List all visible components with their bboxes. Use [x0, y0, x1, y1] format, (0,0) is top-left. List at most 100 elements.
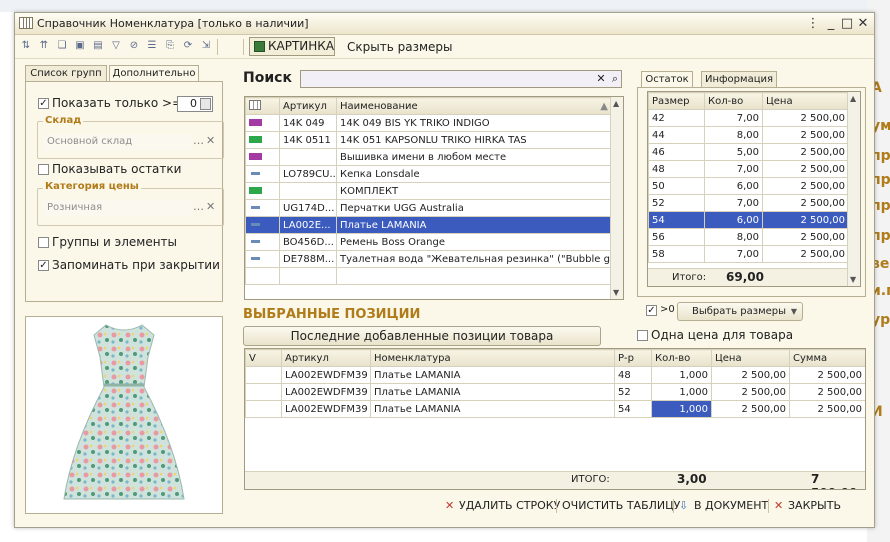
table-row[interactable]: 52 7,00 2 500,00 — [648, 194, 849, 212]
maximize-button[interactable]: □ — [839, 16, 855, 32]
table-row[interactable]: 42 7,00 2 500,00 — [648, 109, 849, 127]
table-row[interactable]: 48 7,00 2 500,00 — [648, 160, 849, 178]
column-header-icon[interactable] — [245, 97, 280, 115]
remember-checkbox[interactable]: ✓ — [38, 260, 49, 271]
close-icon: ✕ — [774, 499, 784, 512]
items-scrollbar[interactable]: ▲ ▼ — [610, 97, 623, 299]
hierarchy-icon[interactable]: ⇅ — [19, 39, 33, 53]
show-rests-checkbox[interactable] — [38, 164, 49, 175]
size-cell: 48 — [648, 160, 705, 178]
export-icon[interactable]: ⇲ — [199, 39, 213, 53]
column-header-article[interactable]: Артикул — [279, 97, 337, 115]
column-header-size[interactable]: Размер — [648, 92, 705, 110]
to-document-button[interactable]: В ДОКУМЕНТ — [694, 499, 768, 512]
item-icon — [251, 223, 260, 226]
menu-dots-button[interactable]: ⋮ — [805, 16, 821, 32]
copy-icon[interactable]: ⎘ — [163, 39, 177, 53]
table-row[interactable]: BO456D... Ремень Boss Orange — [245, 233, 612, 251]
column-header-nomenclature[interactable]: Номенклатура — [370, 349, 615, 367]
hide-sizes-button[interactable]: Скрыть размеры — [347, 40, 452, 54]
add-group-icon[interactable]: ▤ — [91, 39, 105, 53]
column-header-price[interactable]: Цена — [711, 349, 790, 367]
calculator-icon[interactable] — [200, 98, 211, 110]
tab-information[interactable]: Информация — [701, 71, 777, 88]
group-color-icon — [249, 153, 262, 160]
warehouse-choose-button[interactable]: … — [193, 134, 204, 147]
delete-row-button[interactable]: УДАЛИТЬ СТРОКУ — [459, 499, 560, 512]
price-category-field[interactable]: Розничная — [43, 200, 193, 216]
table-row[interactable]: Вышивка имени в любом месте — [245, 148, 612, 166]
scroll-up-icon[interactable]: ▲ — [850, 94, 856, 103]
sizes-scrollbar[interactable]: ▲ ▼ — [847, 92, 860, 286]
column-header-name[interactable]: Наименование ▲ — [336, 97, 612, 115]
qty-cell[interactable]: 1,000 — [651, 366, 712, 384]
table-row[interactable]: КОМПЛЕКТ — [245, 182, 612, 200]
table-row[interactable]: 44 8,00 2 500,00 — [648, 126, 849, 144]
clear-search-icon[interactable]: ✕ — [594, 72, 608, 86]
filter-icon[interactable]: ▽ — [109, 39, 123, 53]
minimize-button[interactable]: _ — [823, 16, 839, 32]
list-icon[interactable]: ☰ — [145, 39, 159, 53]
qty-cell[interactable]: 1,000 — [651, 400, 712, 418]
search-input[interactable]: ✕ ⌕ — [300, 70, 622, 88]
gt0-checkbox[interactable]: ✓ — [646, 305, 657, 316]
name-cell: 14K 051 KAPSONLU TRIKO HIRKA TAS — [336, 131, 612, 149]
clear-table-button[interactable]: ОЧИСТИТЬ ТАБЛИЦУ — [562, 499, 680, 512]
last-added-button[interactable]: Последние добавленные позиции товара — [243, 326, 601, 346]
kartinka-button[interactable]: КАРТИНКА — [249, 37, 335, 56]
table-row[interactable]: LO789CU... Кепка Lonsdale — [245, 165, 612, 183]
toolbar: КАРТИНКА Скрыть размеры ⇅ ⇈ ❏ ▣ ▤ ▽ ⊘ ☰ ⎘ ⟳ ⇲ — [15, 35, 874, 59]
table-row[interactable]: 50 6,00 2 500,00 — [648, 177, 849, 195]
warehouse-clear-icon[interactable]: ✕ — [206, 134, 215, 147]
row-type-cell — [245, 250, 280, 268]
close-window-button[interactable]: ✕ — [855, 16, 871, 32]
scroll-up-icon[interactable]: ▲ — [613, 99, 619, 108]
tab-group-list[interactable]: Список групп — [25, 65, 107, 82]
table-row[interactable]: LA002EWDFM39 Платье LAMANIA 54 1,000 2 500,0… — [245, 400, 865, 418]
column-header-price[interactable]: Цена — [762, 92, 849, 110]
show-only-checkbox[interactable]: ✓ — [38, 98, 49, 109]
column-header-v[interactable]: V — [245, 349, 282, 367]
column-header-size[interactable]: Р-р — [614, 349, 652, 367]
folder-icon[interactable]: ❏ — [55, 39, 69, 53]
add-icon[interactable]: ▣ — [73, 39, 87, 53]
one-price-checkbox[interactable] — [637, 330, 648, 341]
groups-elements-checkbox[interactable] — [38, 237, 49, 248]
column-header-qty[interactable]: Кол-во — [704, 92, 763, 110]
show-only-number-input[interactable]: 0 — [177, 96, 213, 112]
table-row[interactable]: 54 6,00 2 500,00 — [648, 211, 849, 229]
table-row[interactable]: 46 5,00 2 500,00 — [648, 143, 849, 161]
column-header-article[interactable]: Артикул — [281, 349, 371, 367]
scroll-down-icon[interactable]: ▼ — [613, 288, 619, 297]
table-row[interactable]: 58 7,00 2 500,00 — [648, 245, 849, 263]
table-row[interactable]: LA002EWDFM39 Платье LAMANIA 52 1,000 2 500,0… — [245, 383, 865, 401]
table-row[interactable]: 56 8,00 2 500,00 — [648, 228, 849, 246]
qty-cell[interactable]: 1,000 — [651, 383, 712, 401]
clear-filter-icon[interactable]: ⊘ — [127, 39, 141, 53]
refresh-icon[interactable]: ⟳ — [181, 39, 195, 53]
qty-cell: 7,00 — [704, 160, 763, 178]
up-level-icon[interactable]: ⇈ — [37, 39, 51, 53]
kartinka-label: КАРТИНКА — [268, 39, 335, 53]
search-icon[interactable]: ⌕ — [608, 72, 622, 86]
table-row[interactable]: DE788M... Туалетная вода "Жевательная рез… — [245, 250, 612, 268]
item-icon — [251, 240, 260, 243]
close-button[interactable]: ЗАКРЫТЬ — [788, 499, 841, 512]
warehouse-field[interactable]: Основной склад — [43, 134, 193, 150]
table-row[interactable]: 14K 049 14K 049 BIS YK TRIKO INDIGO — [245, 114, 612, 132]
column-header-sum[interactable]: Сумма — [789, 349, 865, 367]
table-row[interactable]: UG174D... Перчатки UGG Australia — [245, 199, 612, 217]
product-photo — [25, 316, 223, 514]
price-category-clear-icon[interactable]: ✕ — [206, 200, 215, 213]
article-cell: LA002E... — [279, 216, 337, 234]
sort-icon[interactable]: ▲ — [600, 101, 608, 112]
scroll-down-icon[interactable]: ▼ — [850, 275, 856, 284]
column-header-qty[interactable]: Кол-во — [651, 349, 712, 367]
nomenclature-cell: Платье LAMANIA — [370, 400, 615, 418]
table-row[interactable]: LA002E... Платье LAMANIA — [245, 216, 612, 234]
select-sizes-button[interactable]: Выбрать размеры ▼ — [677, 302, 803, 321]
tab-rest[interactable]: Остаток — [641, 71, 693, 88]
table-row[interactable]: 14K 0511 14K 051 KAPSONLU TRIKO HIRKA TAS — [245, 131, 612, 149]
table-row[interactable]: LA002EWDFM39 Платье LAMANIA 48 1,000 2 500,0… — [245, 366, 865, 384]
price-category-choose-button[interactable]: … — [193, 200, 204, 213]
